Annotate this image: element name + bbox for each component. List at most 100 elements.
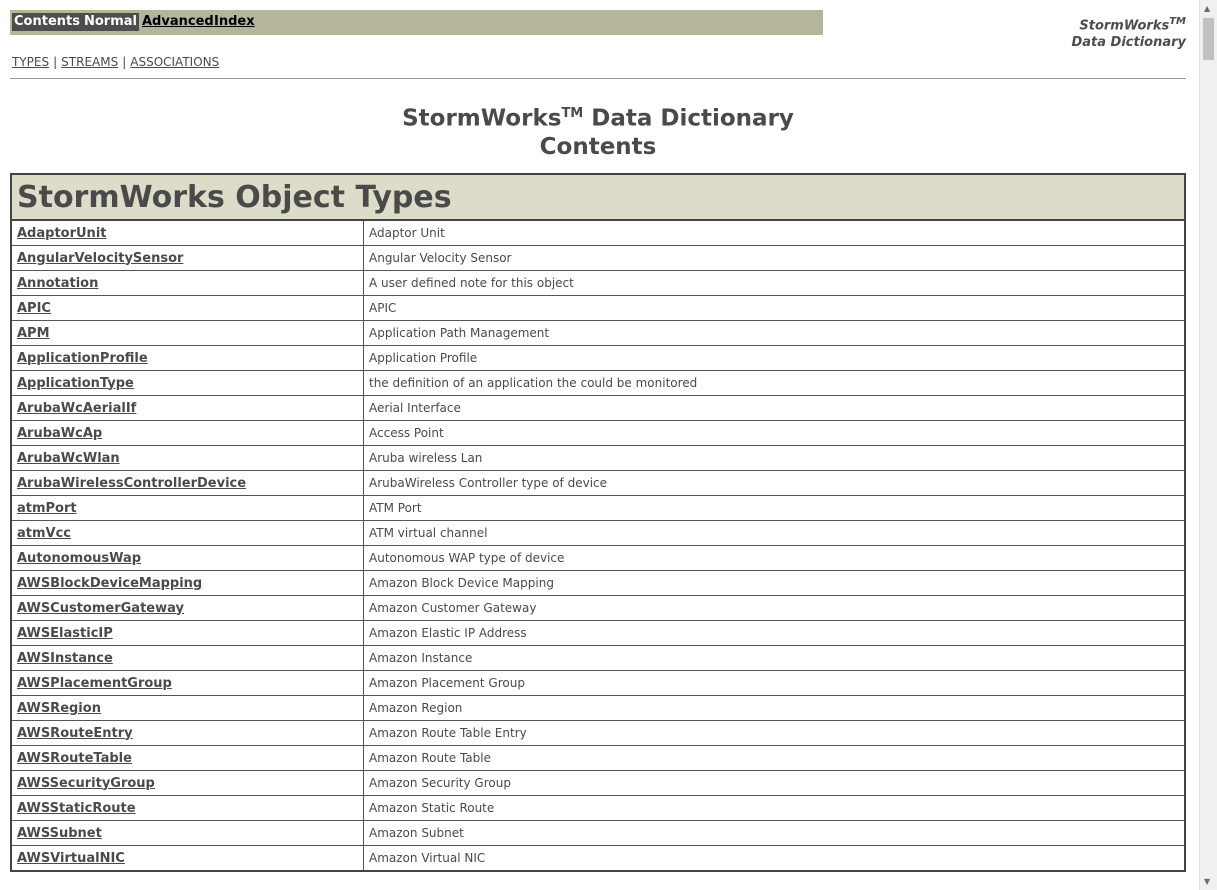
table-row: AWSSubnet Amazon Subnet bbox=[10, 820, 1186, 846]
table-section-title: StormWorks Object Types bbox=[10, 173, 1186, 221]
table-row: ArubaWcAerialIf Aerial Interface bbox=[10, 395, 1186, 421]
table-row: atmVcc ATM virtual channel bbox=[10, 520, 1186, 546]
brand-name: StormWorks bbox=[1079, 18, 1170, 34]
table-row: AWSBlockDeviceMapping Amazon Block Device… bbox=[10, 570, 1186, 596]
type-link[interactable]: ApplicationProfile bbox=[17, 351, 148, 366]
type-description: Amazon Customer Gateway bbox=[363, 595, 1186, 621]
type-description: Amazon Route Table Entry bbox=[363, 720, 1186, 746]
table-row: AWSPlacementGroup Amazon Placement Group bbox=[10, 670, 1186, 696]
type-description: Amazon Placement Group bbox=[363, 670, 1186, 696]
scrollbar-thumb[interactable] bbox=[1203, 18, 1214, 60]
type-link[interactable]: AWSRouteTable bbox=[17, 751, 132, 766]
table-row: APM Application Path Management bbox=[10, 320, 1186, 346]
type-link[interactable]: AWSSubnet bbox=[17, 826, 102, 841]
brand-logo: StormWorksTM Data Dictionary bbox=[1071, 13, 1186, 51]
table-row: AWSRouteEntry Amazon Route Table Entry bbox=[10, 720, 1186, 746]
type-link[interactable]: AWSPlacementGroup bbox=[17, 676, 172, 691]
table-row: ArubaWirelessControllerDevice ArubaWirele… bbox=[10, 470, 1186, 496]
type-description: Application Profile bbox=[363, 345, 1186, 371]
brand-tm: TM bbox=[1169, 16, 1186, 27]
type-description: Amazon Region bbox=[363, 695, 1186, 721]
type-link[interactable]: AutonomousWap bbox=[17, 551, 141, 566]
type-link[interactable]: AWSRouteEntry bbox=[17, 726, 133, 741]
type-description: Aruba wireless Lan bbox=[363, 445, 1186, 471]
type-description: Amazon Route Table bbox=[363, 745, 1186, 771]
table-row: ApplicationType the definition of an appl… bbox=[10, 370, 1186, 396]
type-link[interactable]: AngularVelocitySensor bbox=[17, 251, 183, 266]
tab-contents[interactable]: Contents bbox=[12, 13, 82, 31]
type-link[interactable]: AWSStaticRoute bbox=[17, 801, 136, 816]
title-rest: Data Dictionary bbox=[583, 105, 794, 132]
type-description: A user defined note for this object bbox=[363, 270, 1186, 296]
table-row: AWSCustomerGateway Amazon Customer Gatewa… bbox=[10, 595, 1186, 621]
table-row: ArubaWcAp Access Point bbox=[10, 420, 1186, 446]
type-link[interactable]: AWSVirtualNIC bbox=[17, 851, 125, 866]
type-description: Application Path Management bbox=[363, 320, 1186, 346]
table-row: AdaptorUnit Adaptor Unit bbox=[10, 219, 1186, 246]
type-link[interactable]: AWSCustomerGateway bbox=[17, 601, 184, 616]
type-link[interactable]: ArubaWcAerialIf bbox=[17, 401, 136, 416]
type-link[interactable]: APM bbox=[17, 326, 50, 341]
type-description: APIC bbox=[363, 295, 1186, 321]
type-link[interactable]: ArubaWcAp bbox=[17, 426, 102, 441]
tab-normal[interactable]: Normal bbox=[82, 13, 139, 31]
object-types-table: StormWorks Object Types AdaptorUnit Adapt… bbox=[10, 173, 1186, 872]
type-link[interactable]: atmVcc bbox=[17, 526, 71, 541]
type-description: the definition of an application the cou… bbox=[363, 370, 1186, 396]
table-row: APIC APIC bbox=[10, 295, 1186, 321]
table-row: ApplicationProfile Application Profile bbox=[10, 345, 1186, 371]
type-link[interactable]: AWSRegion bbox=[17, 701, 101, 716]
type-description: ATM Port bbox=[363, 495, 1186, 521]
type-description: Amazon Security Group bbox=[363, 770, 1186, 796]
type-link[interactable]: atmPort bbox=[17, 501, 77, 516]
table-row: AWSRegion Amazon Region bbox=[10, 695, 1186, 721]
type-description: ArubaWireless Controller type of device bbox=[363, 470, 1186, 496]
top-nav-bar: Contents Normal Advanced Index bbox=[10, 10, 823, 35]
type-link[interactable]: APIC bbox=[17, 301, 51, 316]
type-description: Amazon Block Device Mapping bbox=[363, 570, 1186, 596]
type-link[interactable]: ArubaWirelessControllerDevice bbox=[17, 476, 246, 491]
divider bbox=[10, 78, 1186, 79]
type-link[interactable]: Annotation bbox=[17, 276, 98, 291]
type-description: Amazon Subnet bbox=[363, 820, 1186, 846]
type-description: Angular Velocity Sensor bbox=[363, 245, 1186, 271]
type-link[interactable]: ApplicationType bbox=[17, 376, 134, 391]
type-description: Access Point bbox=[363, 420, 1186, 446]
table-row: Annotation A user defined note for this o… bbox=[10, 270, 1186, 296]
scroll-up-icon[interactable]: ▲ bbox=[1204, 4, 1210, 13]
vertical-scrollbar[interactable]: ▲ ▼ bbox=[1199, 0, 1217, 890]
type-description: Amazon Elastic IP Address bbox=[363, 620, 1186, 646]
section-nav: TYPES | STREAMS | ASSOCIATIONS bbox=[12, 55, 220, 69]
table-row: AWSVirtualNIC Amazon Virtual NIC bbox=[10, 845, 1186, 872]
type-link[interactable]: AWSElasticIP bbox=[17, 626, 113, 641]
type-link[interactable]: AWSInstance bbox=[17, 651, 113, 666]
type-link[interactable]: AWSBlockDeviceMapping bbox=[17, 576, 202, 591]
table-row: atmPort ATM Port bbox=[10, 495, 1186, 521]
nav-link-types[interactable]: TYPES bbox=[12, 55, 49, 69]
nav-link-associations[interactable]: ASSOCIATIONS bbox=[130, 55, 219, 69]
table-row: AWSStaticRoute Amazon Static Route bbox=[10, 795, 1186, 821]
table-row: AWSElasticIP Amazon Elastic IP Address bbox=[10, 620, 1186, 646]
table-row: ArubaWcWlan Aruba wireless Lan bbox=[10, 445, 1186, 471]
tab-advanced[interactable]: Advanced bbox=[140, 13, 216, 31]
type-description: Amazon Static Route bbox=[363, 795, 1186, 821]
table-row: AWSSecurityGroup Amazon Security Group bbox=[10, 770, 1186, 796]
type-link[interactable]: ArubaWcWlan bbox=[17, 451, 120, 466]
tab-index[interactable]: Index bbox=[212, 13, 257, 31]
title-name: StormWorks bbox=[402, 105, 562, 132]
type-description: Adaptor Unit bbox=[363, 219, 1186, 246]
page-title: StormWorksTM Data Dictionary Contents bbox=[10, 100, 1186, 161]
table-row: AWSInstance Amazon Instance bbox=[10, 645, 1186, 671]
type-description: Amazon Virtual NIC bbox=[363, 845, 1186, 872]
type-description: ATM virtual channel bbox=[363, 520, 1186, 546]
table-row: AWSRouteTable Amazon Route Table bbox=[10, 745, 1186, 771]
brand-subtitle: Data Dictionary bbox=[1071, 35, 1186, 51]
type-link[interactable]: AdaptorUnit bbox=[17, 226, 106, 241]
type-link[interactable]: AWSSecurityGroup bbox=[17, 776, 155, 791]
scroll-down-icon[interactable]: ▼ bbox=[1204, 877, 1210, 886]
page-subtitle: Contents bbox=[539, 133, 657, 160]
nav-link-streams[interactable]: STREAMS bbox=[61, 55, 118, 69]
type-description: Aerial Interface bbox=[363, 395, 1186, 421]
type-description: Autonomous WAP type of device bbox=[363, 545, 1186, 571]
type-description: Amazon Instance bbox=[363, 645, 1186, 671]
